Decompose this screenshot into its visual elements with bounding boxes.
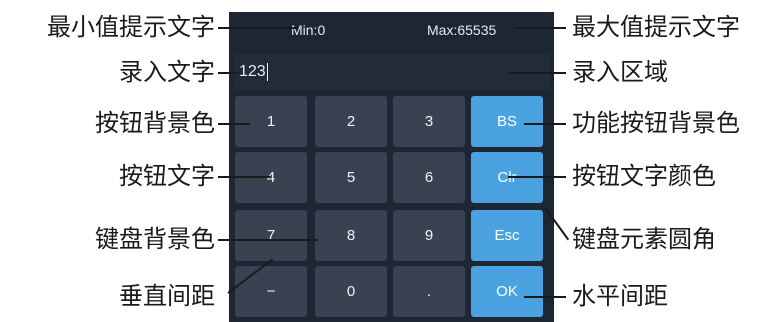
key-0[interactable]: 0 [315,266,387,317]
input-value: 123 [239,63,266,80]
leader-line [218,123,250,125]
leader-line [218,72,240,74]
key-dot[interactable]: . [393,266,465,317]
annotation-button-text-color: 按钮文字颜色 [572,162,716,190]
key-1[interactable]: 1 [235,96,307,147]
leader-line [524,123,566,125]
annotation-corner-radius: 键盘元素圆角 [572,225,716,253]
input-field[interactable]: 123 [235,54,550,90]
ok-button[interactable]: OK [471,266,543,317]
annotation-horizontal-spacing: 水平间距 [572,282,668,310]
leader-line [524,296,566,298]
key-3[interactable]: 3 [393,96,465,147]
leader-line [218,27,298,29]
key-2[interactable]: 2 [315,96,387,147]
leader-line [218,239,318,241]
escape-button[interactable]: Esc [471,210,543,261]
annotation-button-bg: 按钮背景色 [95,109,215,137]
annotation-keyboard-bg: 键盘背景色 [95,225,215,253]
key-minus[interactable]: − [235,266,307,317]
min-label: Min:0 [291,22,326,38]
leader-line [508,176,566,178]
range-bar: Min:0 Max:65535 [229,12,554,50]
annotation-input-text: 录入文字 [119,58,215,86]
annotation-min-text: 最小值提示文字 [47,13,215,41]
max-label: Max:65535 [427,22,497,38]
annotation-input-area: 录入区域 [572,58,668,86]
key-7[interactable]: 7 [235,210,307,261]
key-5[interactable]: 5 [315,152,387,203]
key-9[interactable]: 9 [393,210,465,261]
leader-line [514,27,566,29]
key-8[interactable]: 8 [315,210,387,261]
leader-line [508,72,566,74]
annotation-vertical-spacing: 垂直间距 [119,282,215,310]
leader-line [218,176,270,178]
annotation-fn-button-bg: 功能按钮背景色 [572,109,740,137]
backspace-button[interactable]: BS [471,96,543,147]
text-caret [266,62,268,81]
keyboard-panel: Min:0 Max:65535 123 1 2 3 BS 4 5 6 Clr 7… [229,12,554,322]
key-6[interactable]: 6 [393,152,465,203]
annotation-max-text: 最大值提示文字 [572,13,740,41]
annotation-button-text: 按钮文字 [119,162,215,190]
